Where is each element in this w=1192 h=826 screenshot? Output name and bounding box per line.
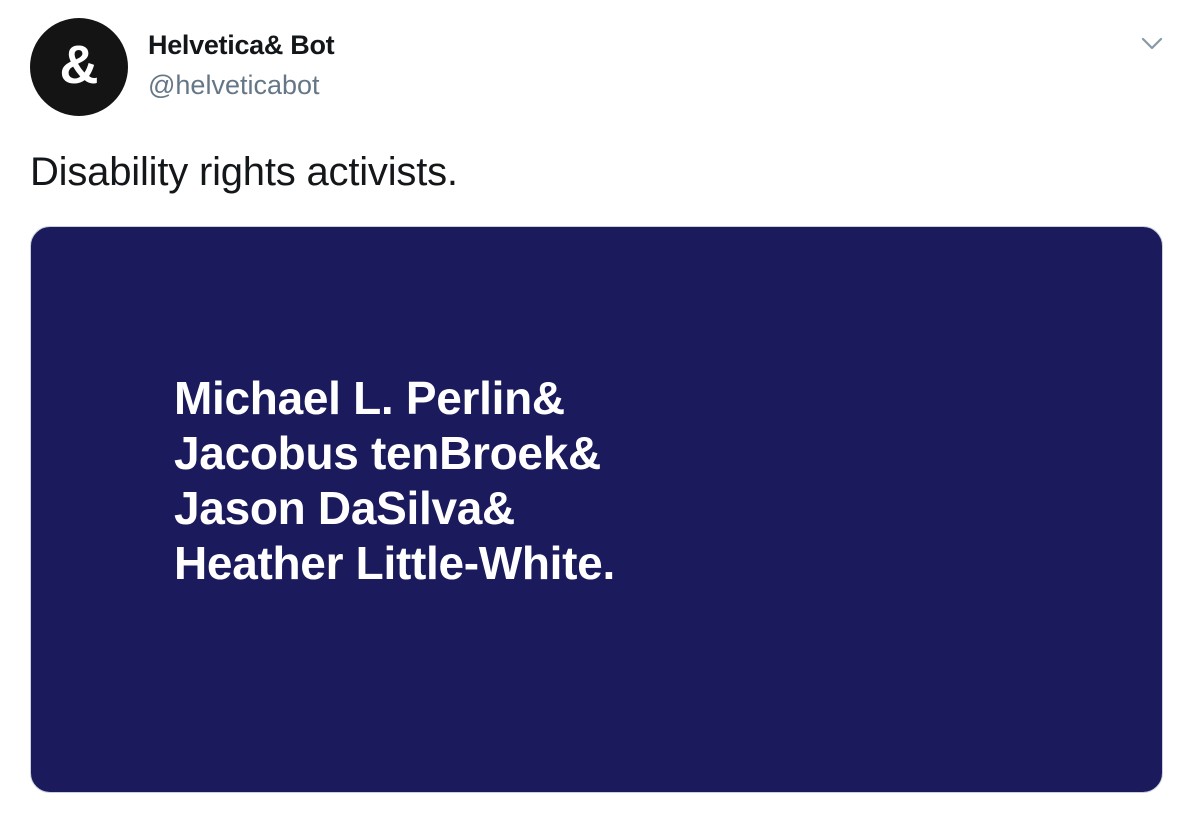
avatar[interactable]: & [30, 18, 128, 116]
media-line: Jacobus tenBroek& [174, 427, 601, 479]
avatar-ampersand-logo: & [59, 35, 99, 95]
media-line: Heather Little-White. [174, 537, 615, 589]
media-line: Jason DaSilva& [174, 482, 515, 534]
author-name[interactable]: Helvetica& Bot [148, 30, 335, 61]
author-handle[interactable]: @helveticabot [148, 70, 320, 101]
tweet-text: Disability rights activists. [30, 150, 458, 194]
tweet: & Helvetica& Bot @helveticabot Disabilit… [0, 0, 1192, 826]
chevron-down-icon [1141, 37, 1163, 50]
tweet-menu-button[interactable] [1138, 30, 1166, 58]
media-line: Michael L. Perlin& [174, 372, 565, 424]
tweet-media-image[interactable]: Michael L. Perlin& Jacobus tenBroek& Jas… [30, 226, 1163, 793]
media-text-lines: Michael L. Perlin& Jacobus tenBroek& Jas… [174, 371, 615, 591]
